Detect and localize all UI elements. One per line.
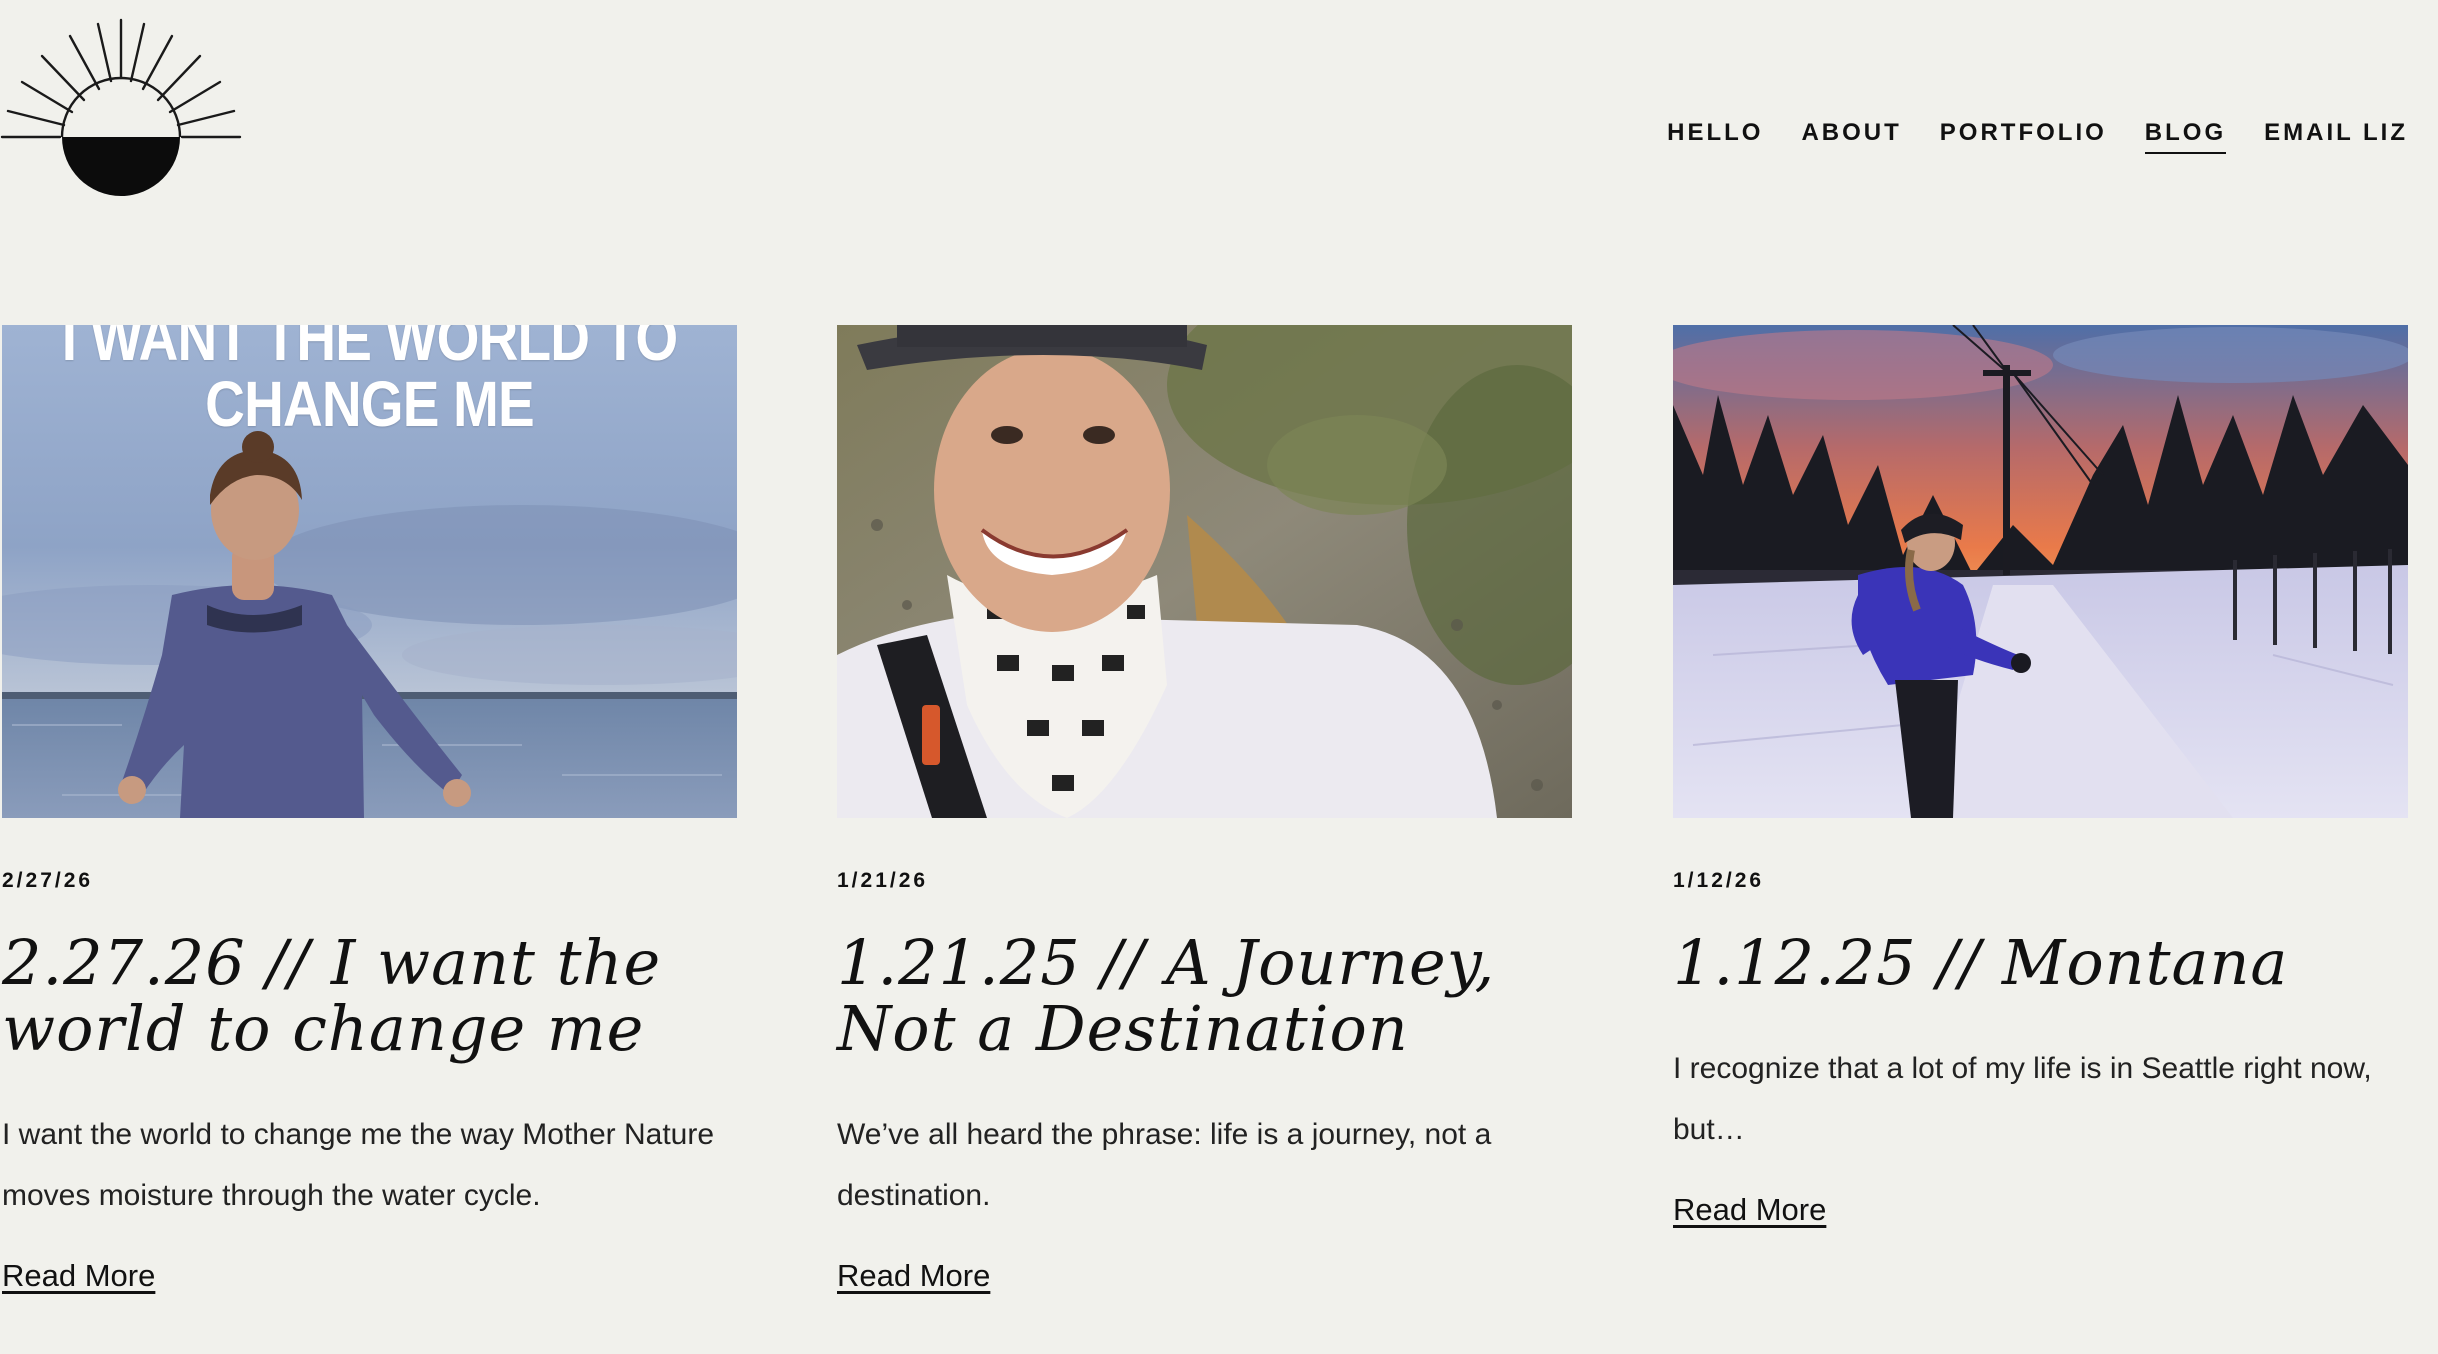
blog-post-card: 1/12/26 1.12.25 // Montana I recognize t… [1673,325,2408,1228]
post-thumbnail-image[interactable]: I WANT THE WORLD TO CHANGE ME [2,325,737,818]
post-date: 1/12/26 [1673,869,1765,892]
nav-portfolio-link[interactable]: PORTFOLIO [1940,118,2107,154]
snowy-road-sunset-photo [1673,325,2408,818]
blog-page: HELLO ABOUT PORTFOLIO BLOG EMAIL LIZ I W… [0,0,2438,1354]
read-more-link[interactable]: Read More [1673,1192,1826,1228]
blog-post-card: 1/21/26 1.21.25 // A Journey, Not a Dest… [837,325,1572,1294]
nav-hello-link[interactable]: HELLO [1667,118,1763,154]
nav-email-link[interactable]: EMAIL LIZ [2264,118,2408,154]
post-title[interactable]: 2.27.26 // I want the world to change me [2,930,737,1062]
post-date: 2/27/26 [2,869,94,892]
post-thumbnail-image[interactable] [1673,325,2408,818]
post-date: 1/21/26 [837,869,929,892]
post-thumbnail-image[interactable] [837,325,1572,818]
thumbnail-caption: I WANT THE WORLD TO CHANGE ME [61,325,678,440]
read-more-link[interactable]: Read More [837,1258,990,1294]
read-more-link[interactable]: Read More [2,1258,155,1294]
nav-blog-link[interactable]: BLOG [2144,118,2227,154]
post-excerpt: I want the world to change me the way Mo… [2,1118,715,1212]
sunrise-logo-icon[interactable] [0,16,244,200]
post-title[interactable]: 1.12.25 // Montana [1673,930,2408,996]
post-title[interactable]: 1.21.25 // A Journey, Not a Destination [837,930,1572,1062]
post-excerpt: We’ve all heard the phrase: life is a jo… [837,1118,1492,1212]
blog-post-list: I WANT THE WORLD TO CHANGE ME 2/27/26 2.… [2,325,2410,1354]
blog-post-card: I WANT THE WORLD TO CHANGE ME 2/27/26 2.… [2,325,737,1294]
main-nav: HELLO ABOUT PORTFOLIO BLOG EMAIL LIZ [1667,118,2408,154]
post-excerpt: I recognize that a lot of my life is in … [1673,1052,2372,1146]
selfie-trail-photo [837,325,1572,818]
nav-about-link[interactable]: ABOUT [1801,118,1901,154]
